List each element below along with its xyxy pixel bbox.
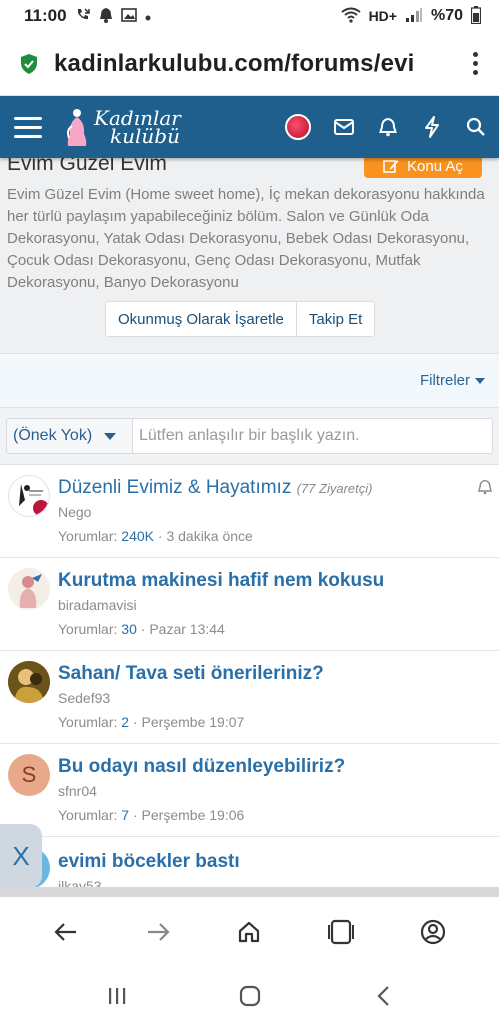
thread-row[interactable]: Düzenli Evimiz & Hayatımız (77 Ziyaretçi… — [0, 465, 499, 558]
prefix-value: (Önek Yok) — [13, 427, 93, 444]
thread-row[interactable]: evimi böcekler bastı ilkay53 — [0, 837, 499, 887]
replies-count[interactable]: 7 — [121, 807, 129, 823]
status-bar: 11:00 HD+ %70 — [0, 0, 499, 32]
close-label: X — [12, 840, 30, 871]
thread-title[interactable]: Kurutma makinesi hafif nem kokusu — [58, 570, 384, 592]
image-icon — [120, 7, 137, 25]
system-nav-bar — [0, 967, 499, 1024]
thread-author[interactable]: Nego — [58, 504, 91, 520]
thread-row[interactable]: Kurutma makinesi hafif nem kokusu birada… — [0, 558, 499, 651]
hamburger-menu-icon[interactable] — [14, 116, 42, 138]
watch-bell-icon[interactable] — [477, 479, 493, 495]
thread-title-input[interactable]: Lütfen anlaşılır bir başlık yazın. — [132, 418, 493, 454]
new-thread-button[interactable]: Konu Aç — [364, 158, 482, 178]
thread-row[interactable]: S Bu odayı nasıl düzenleyebiliriz? sfnr0… — [0, 744, 499, 837]
replies-label: Yorumlar: — [58, 621, 118, 637]
missed-call-icon — [75, 7, 91, 26]
replies-count[interactable]: 2 — [121, 714, 129, 730]
forum-title: Evim Güzel Evim — [7, 158, 167, 175]
thread-list: Düzenli Evimiz & Hayatımız (77 Ziyaretçi… — [0, 465, 499, 887]
avatar-letter: S — [21, 762, 37, 787]
edit-icon — [383, 160, 399, 173]
site-logo[interactable]: Kadınlar kulübü — [64, 106, 181, 148]
replies-label: Yorumlar: — [58, 528, 118, 544]
prefix-select[interactable]: (Önek Yok) — [6, 418, 132, 454]
avatar[interactable] — [8, 568, 50, 610]
thread-visitors: (77 Ziyaretçi) — [296, 481, 373, 496]
forum-intro: Evim Güzel Evim Konu Aç Evim Güzel Evim … — [0, 158, 499, 353]
url-text[interactable]: kadinlarkulubu.com/forums/evi — [54, 50, 444, 78]
replies-label: Yorumlar: — [58, 714, 118, 730]
home-icon[interactable] — [233, 916, 265, 948]
logo-figure-icon — [67, 109, 87, 146]
notification-bell-icon — [99, 7, 113, 26]
search-icon[interactable] — [465, 116, 487, 138]
filters-caret-icon[interactable] — [475, 377, 485, 384]
forward-arrow-icon[interactable] — [142, 916, 174, 948]
wifi-icon — [340, 7, 361, 26]
profile-icon[interactable] — [417, 916, 449, 948]
signal-icon — [405, 7, 423, 26]
avatar[interactable] — [8, 475, 50, 517]
filters-dropdown[interactable]: Filtreler — [420, 372, 470, 389]
thread-title[interactable]: Düzenli Evimiz & Hayatımız — [58, 477, 291, 498]
network-label: HD+ — [368, 8, 397, 24]
forum-actions: Okunmuş Olarak İşaretle Takip Et — [105, 301, 376, 337]
thread-time: Perşembe 19:06 — [141, 807, 245, 823]
battery-label: %70 — [430, 7, 463, 24]
browser-menu-icon[interactable] — [465, 52, 485, 75]
secure-shield-icon[interactable] — [18, 53, 40, 75]
thread-title[interactable]: Sahan/ Tava seti önerileriniz? — [58, 663, 324, 685]
system-back-icon[interactable] — [369, 982, 397, 1010]
browser-url-bar[interactable]: kadinlarkulubu.com/forums/evi — [0, 32, 499, 96]
inbox-envelope-icon[interactable] — [333, 116, 355, 138]
new-thread-label: Konu Aç — [407, 158, 463, 175]
tabs-icon[interactable] — [325, 916, 357, 948]
user-avatar[interactable] — [285, 114, 311, 140]
follow-button[interactable]: Takip Et — [295, 302, 374, 336]
forum-description: Evim Güzel Evim (Home sweet home), İç me… — [7, 186, 485, 291]
status-time: 11:00 — [24, 6, 67, 25]
thread-author[interactable]: biradamavisi — [58, 597, 137, 613]
site-header: Kadınlar kulübü — [0, 96, 499, 158]
mark-read-button[interactable]: Okunmuş Olarak İşaretle — [106, 302, 296, 336]
replies-count[interactable]: 30 — [121, 621, 137, 637]
thread-author[interactable]: ilkay53 — [58, 878, 102, 887]
dot-icon — [145, 8, 151, 24]
thread-row[interactable]: Sahan/ Tava seti önerileriniz? Sedef93 Y… — [0, 651, 499, 744]
thread-time: Pazar 13:44 — [149, 621, 225, 637]
quick-thread-form: (Önek Yok) Lütfen anlaşılır bir başlık y… — [0, 407, 499, 465]
avatar[interactable]: S — [8, 754, 50, 796]
replies-count[interactable]: 240K — [121, 528, 154, 544]
thread-author[interactable]: Sedef93 — [58, 690, 110, 706]
thread-author[interactable]: sfnr04 — [58, 783, 97, 799]
system-home-icon[interactable] — [236, 982, 264, 1010]
filter-bar: Filtreler — [0, 353, 499, 407]
back-arrow-icon[interactable] — [50, 916, 82, 948]
thread-title[interactable]: evimi böcekler bastı — [58, 851, 240, 873]
thread-time: 3 dakika önce — [166, 528, 253, 544]
replies-label: Yorumlar: — [58, 807, 118, 823]
thread-time: Perşembe 19:07 — [141, 714, 245, 730]
thread-title[interactable]: Bu odayı nasıl düzenleyebiliriz? — [58, 756, 345, 778]
page-scroll-indicator — [0, 887, 499, 897]
chevron-down-icon — [104, 432, 117, 440]
battery-icon — [470, 5, 482, 27]
recent-apps-icon[interactable] — [103, 982, 131, 1010]
close-overlay-button[interactable]: X — [0, 824, 42, 888]
browser-nav-bar — [0, 897, 499, 967]
alerts-bell-icon[interactable] — [377, 116, 399, 138]
avatar[interactable] — [8, 661, 50, 703]
whats-new-bolt-icon[interactable] — [421, 116, 443, 138]
